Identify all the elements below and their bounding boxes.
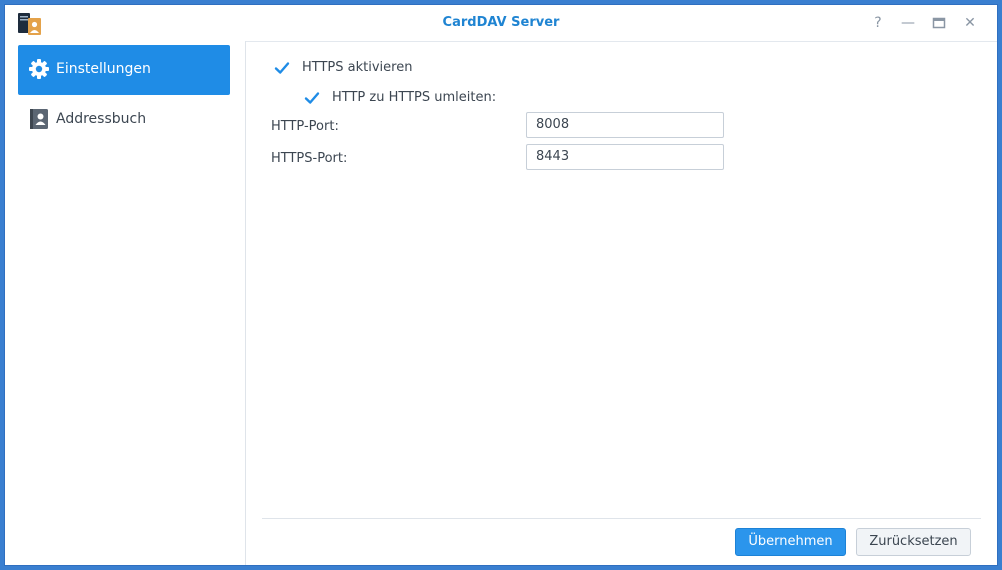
maximize-icon[interactable] bbox=[930, 14, 948, 32]
sidebar-item-label: Addressbuch bbox=[56, 111, 147, 127]
settings-panel: HTTPS aktivieren HTTP zu HTTPS umleiten:… bbox=[246, 41, 997, 565]
http-port-field[interactable]: 8008 bbox=[526, 112, 724, 138]
minimize-icon[interactable]: — bbox=[899, 14, 917, 32]
title-bar[interactable]: CardDAV Server ? — ✕ bbox=[5, 5, 997, 42]
sidebar: Einstellungen Addressbuch bbox=[5, 41, 246, 565]
gear-icon bbox=[29, 59, 49, 79]
http-redirect-label: HTTP zu HTTPS umleiten: bbox=[332, 90, 497, 105]
http-port-label: HTTP-Port: bbox=[271, 119, 339, 134]
address-book-icon bbox=[30, 109, 48, 129]
checkmark-icon bbox=[274, 62, 290, 74]
https-port-label: HTTPS-Port: bbox=[271, 151, 348, 166]
https-enable-label: HTTPS aktivieren bbox=[302, 60, 413, 75]
checkmark-icon bbox=[304, 92, 320, 104]
https-port-field[interactable]: 8443 bbox=[526, 144, 724, 170]
window-title: CardDAV Server bbox=[442, 15, 560, 30]
sidebar-item-label: Einstellungen bbox=[56, 61, 151, 77]
reset-button[interactable]: Zurücksetzen bbox=[856, 528, 971, 556]
close-icon[interactable]: ✕ bbox=[961, 14, 979, 32]
footer-divider bbox=[262, 518, 981, 519]
sidebar-item-addressbuch[interactable]: Addressbuch bbox=[18, 95, 230, 145]
apply-button[interactable]: Übernehmen bbox=[735, 528, 846, 556]
help-icon[interactable]: ? bbox=[869, 14, 887, 32]
sidebar-item-einstellungen[interactable]: Einstellungen bbox=[18, 45, 230, 95]
carddav-window: CardDAV Server ? — ✕ Einstellungen Addre… bbox=[4, 4, 998, 566]
